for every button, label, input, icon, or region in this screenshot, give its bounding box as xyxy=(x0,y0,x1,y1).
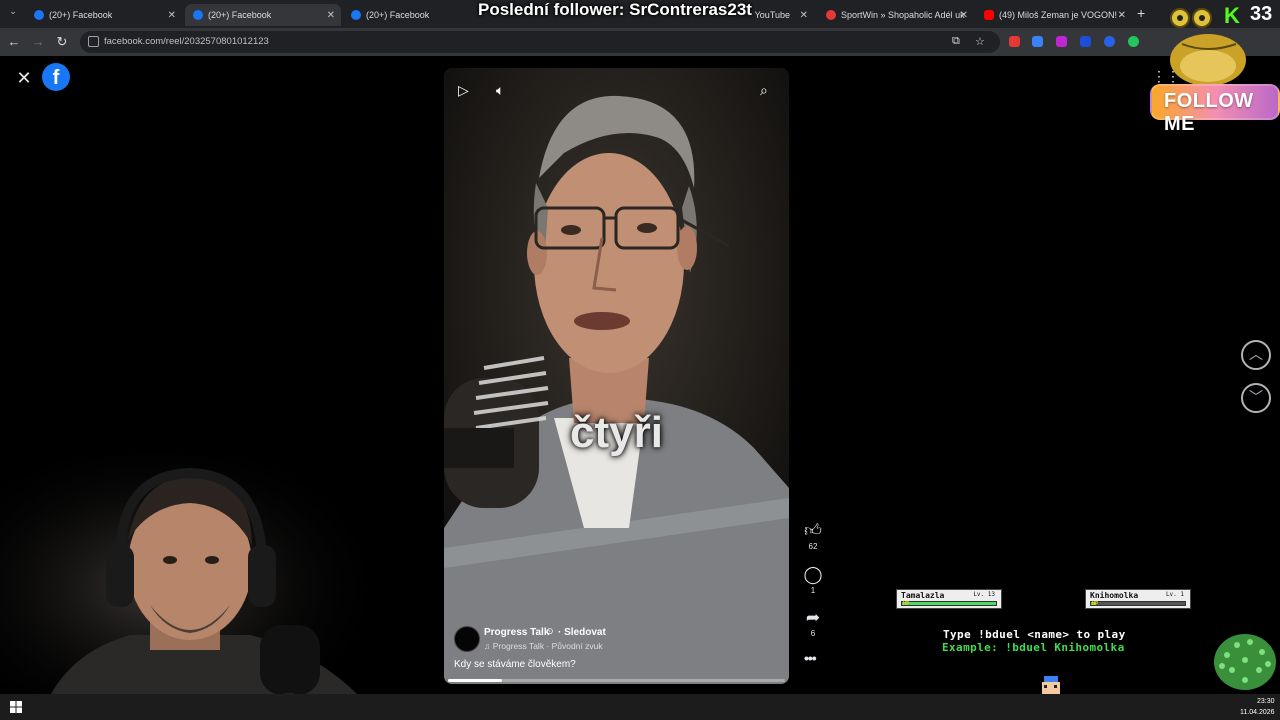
clock-time: 23:30 xyxy=(1256,698,1275,705)
volume-icon[interactable]: 🔈︎ xyxy=(496,82,504,99)
duel-player1-card: Tamalazla Lv. 13 HP xyxy=(896,589,1002,609)
follow-me-text: FOLLOW ME xyxy=(1164,90,1254,135)
kick-logo-icon: K xyxy=(1224,3,1240,28)
tab-label: (20+) Facebook xyxy=(366,10,430,20)
youtube-favicon-icon xyxy=(984,10,994,20)
streamer-webcam xyxy=(0,455,392,720)
forward-arrow-icon[interactable]: → xyxy=(30,34,46,50)
reel-description: Kdy se stáváme člověkem? xyxy=(454,659,576,670)
tab-sportwin[interactable]: SportWin » Shopaholic Adél uk ✕ xyxy=(818,4,974,26)
windows-taskbar xyxy=(0,694,1280,720)
tab-search-button[interactable]: ⌄ xyxy=(4,6,22,22)
reel-video[interactable]: ▷ 🔈︎ ⌕ čtyři Progress Talk ⊙ · Sledovat … xyxy=(444,68,789,684)
duel-example: Example: !bduel Knihomolka xyxy=(942,641,1125,654)
play-icon[interactable]: ▷ xyxy=(458,82,469,99)
tab-label: (49) Miloš Zeman je VOGON! - xyxy=(999,10,1123,20)
extension-icon[interactable] xyxy=(1128,36,1139,47)
extension-icon[interactable] xyxy=(1009,36,1020,47)
previous-reel-chevron-up-icon[interactable]: ︿ xyxy=(1241,340,1271,370)
install-app-icon[interactable]: ⧉ xyxy=(952,35,960,48)
more-options-icon[interactable]: ••• xyxy=(804,650,817,666)
close-reel-icon[interactable]: ✕ xyxy=(12,66,36,90)
viewer-count: 33 xyxy=(1250,3,1273,25)
video-frame-illustration xyxy=(444,68,789,684)
comment-count: 1 xyxy=(810,586,816,595)
thumbs-up-icon: 👍︎ xyxy=(804,521,822,540)
facebook-favicon-icon xyxy=(351,10,361,20)
extension-icon[interactable] xyxy=(1032,36,1043,47)
tab-zeman-youtube[interactable]: (49) Miloš Zeman je VOGON! - ✕ xyxy=(976,4,1132,26)
tab-label: (20+) Facebook xyxy=(208,10,272,20)
tab-label: SportWin » Shopaholic Adél uk xyxy=(841,10,965,20)
video-progress-bar[interactable] xyxy=(448,679,785,682)
taskbar-clock[interactable]: 23:30 11.04.2026 xyxy=(1240,696,1275,718)
comment-button[interactable]: ◯ 1 xyxy=(800,565,826,596)
share-count: 6 xyxy=(810,629,816,638)
duel-player2-card: Knihomolka Lv. 1 HP xyxy=(1085,589,1191,609)
tab-facebook-1[interactable]: (20+) Facebook ✕ xyxy=(26,4,182,26)
tab-close-icon[interactable]: ✕ xyxy=(168,10,176,21)
tab-close-icon[interactable]: ✕ xyxy=(960,10,968,21)
video-caption-word: čtyři xyxy=(570,408,663,457)
facebook-favicon-icon xyxy=(34,10,44,20)
duel-player2-hp-bar: HP xyxy=(1090,601,1186,607)
address-bar[interactable]: facebook.com/reel/2032570801012123 ⧉ ☆ xyxy=(80,31,1000,53)
audio-attribution[interactable]: ♫ Progress Talk · Původní zvuk xyxy=(484,641,603,651)
duel-player1-hp-bar: HP xyxy=(901,601,997,607)
follow-link[interactable]: · Sledovat xyxy=(558,627,606,638)
next-reel-chevron-down-icon[interactable]: ﹀ xyxy=(1241,383,1271,413)
duel-player2-level: Lv. 1 xyxy=(1165,591,1184,598)
share-arrow-icon: ➦ xyxy=(805,608,821,627)
duel-player1-name: Tamalazla xyxy=(901,591,945,600)
tab-close-icon[interactable]: ✕ xyxy=(327,10,335,21)
duel-player1-hp-fill xyxy=(902,602,996,605)
sportwin-favicon-icon xyxy=(826,10,836,20)
back-arrow-icon[interactable]: ← xyxy=(6,34,22,50)
facebook-logo-icon[interactable]: f xyxy=(42,63,70,91)
search-icon[interactable]: ⌕ xyxy=(760,82,768,99)
duel-player2-name: Knihomolka xyxy=(1090,591,1139,600)
tab-label: (20+) Facebook xyxy=(49,10,113,20)
screen: ⌄ (20+) Facebook ✕ (20+) Facebook ✕ (20+… xyxy=(0,0,1280,720)
share-button[interactable]: ➦ 6 xyxy=(800,608,826,639)
extension-icon[interactable] xyxy=(1104,36,1115,47)
facebook-favicon-icon xyxy=(193,10,203,20)
tab-close-icon[interactable]: ✕ xyxy=(1118,10,1126,21)
comment-bubble-icon: ◯ xyxy=(803,565,823,584)
duel-instruction: Type !bduel <name> to play xyxy=(943,628,1126,641)
video-progress-fill xyxy=(448,679,502,682)
new-tab-icon[interactable]: + xyxy=(1137,5,1145,21)
like-button[interactable]: 👍︎ 62 xyxy=(800,521,826,552)
author-name[interactable]: Progress Talk xyxy=(484,627,549,638)
duel-player1-level: Lv. 13 xyxy=(973,591,995,598)
hp-label: HP xyxy=(1092,601,1099,607)
author-avatar[interactable] xyxy=(454,626,480,652)
frog-mascot-icon xyxy=(1170,8,1246,86)
extension-icon[interactable] xyxy=(1080,36,1091,47)
hp-label: HP xyxy=(903,601,910,607)
windows-start-icon[interactable] xyxy=(10,701,22,713)
tree-decoration-icon xyxy=(1214,634,1276,690)
reload-icon[interactable]: ↻ xyxy=(54,34,70,50)
url-text: facebook.com/reel/2032570801012123 xyxy=(104,36,269,47)
tab-label: YouTube xyxy=(754,10,790,20)
extension-icon[interactable] xyxy=(1056,36,1067,47)
tab-close-icon[interactable]: ✕ xyxy=(800,10,808,21)
bookmark-star-icon[interactable]: ☆ xyxy=(975,35,985,48)
tab-facebook-3[interactable]: (20+) Facebook xyxy=(343,4,473,26)
like-count: 62 xyxy=(808,542,818,551)
tab-facebook-2-active[interactable]: (20+) Facebook ✕ xyxy=(185,4,341,26)
site-info-icon[interactable] xyxy=(88,36,99,47)
last-follower-banner: Poslední follower: SrContreras23t xyxy=(478,0,752,19)
clock-date: 11.04.2026 xyxy=(1240,709,1275,716)
verified-badge-icon: ⊙ xyxy=(546,626,554,636)
